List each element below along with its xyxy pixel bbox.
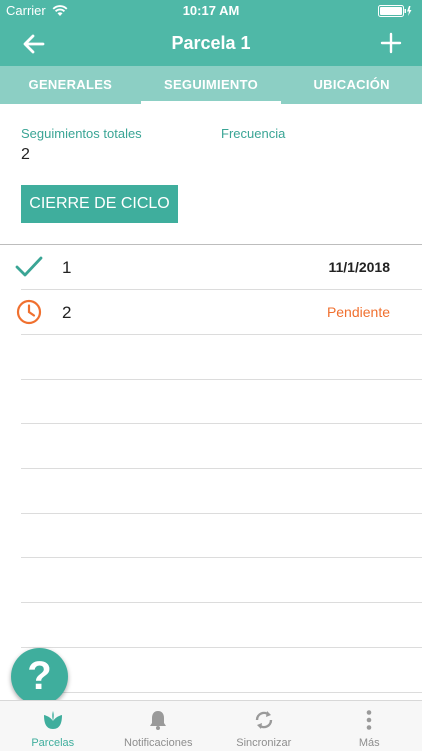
leaf-icon (42, 709, 64, 731)
tab-generales[interactable]: GENERALES (0, 66, 141, 104)
status-bar: Carrier 10:17 AM (0, 0, 422, 22)
tabbar-item-sincronizar[interactable]: Sincronizar (211, 701, 317, 751)
navigation-bar: Parcela 1 (0, 22, 422, 66)
row-separator (21, 647, 422, 648)
list-item[interactable]: 1 11/1/2018 (0, 245, 422, 289)
bell-icon (147, 709, 169, 731)
close-cycle-button[interactable]: CIERRE DE CICLO (21, 185, 178, 223)
row-separator (21, 334, 422, 335)
tabbar-label: Más (317, 737, 422, 749)
page-title: Parcela 1 (0, 33, 422, 54)
tabbar-item-parcelas[interactable]: Parcelas (0, 701, 106, 751)
tabbar-label: Notificaciones (106, 737, 212, 749)
list-item[interactable]: 2 Pendiente (0, 290, 422, 334)
total-followups-value: 2 (21, 146, 30, 164)
tab-bar: Parcelas Notificaciones Sincronizar Más (0, 700, 422, 751)
list-item-number: 1 (62, 258, 71, 278)
tabbar-label: Parcelas (0, 737, 106, 749)
tab-seguimiento[interactable]: SEGUIMIENTO (141, 66, 282, 104)
row-separator (21, 379, 422, 380)
clock-icon (16, 299, 42, 325)
list-item-number: 2 (62, 303, 71, 323)
list-item-status: Pendiente (327, 304, 390, 320)
tabbar-label: Sincronizar (211, 737, 317, 749)
row-separator (21, 513, 422, 514)
total-followups-label: Seguimientos totales (21, 126, 142, 141)
row-separator (21, 423, 422, 424)
tabbar-item-mas[interactable]: Más (317, 701, 422, 751)
help-button[interactable]: ? (11, 648, 68, 705)
more-icon (358, 709, 380, 731)
battery-icon (378, 5, 412, 17)
row-separator (21, 557, 422, 558)
check-icon (15, 256, 43, 278)
row-separator (21, 602, 422, 603)
plus-icon[interactable] (380, 32, 402, 54)
tabbar-item-notificaciones[interactable]: Notificaciones (106, 701, 212, 751)
frequency-label: Frecuencia (221, 126, 285, 141)
tab-ubicacion[interactable]: UBICACIÓN (281, 66, 422, 104)
sync-icon (253, 709, 275, 731)
segment-tabs: GENERALES SEGUIMIENTO UBICACIÓN (0, 66, 422, 104)
list-item-date: 11/1/2018 (328, 259, 390, 275)
row-separator (21, 468, 422, 469)
row-separator (21, 692, 422, 693)
clock: 10:17 AM (0, 3, 422, 18)
